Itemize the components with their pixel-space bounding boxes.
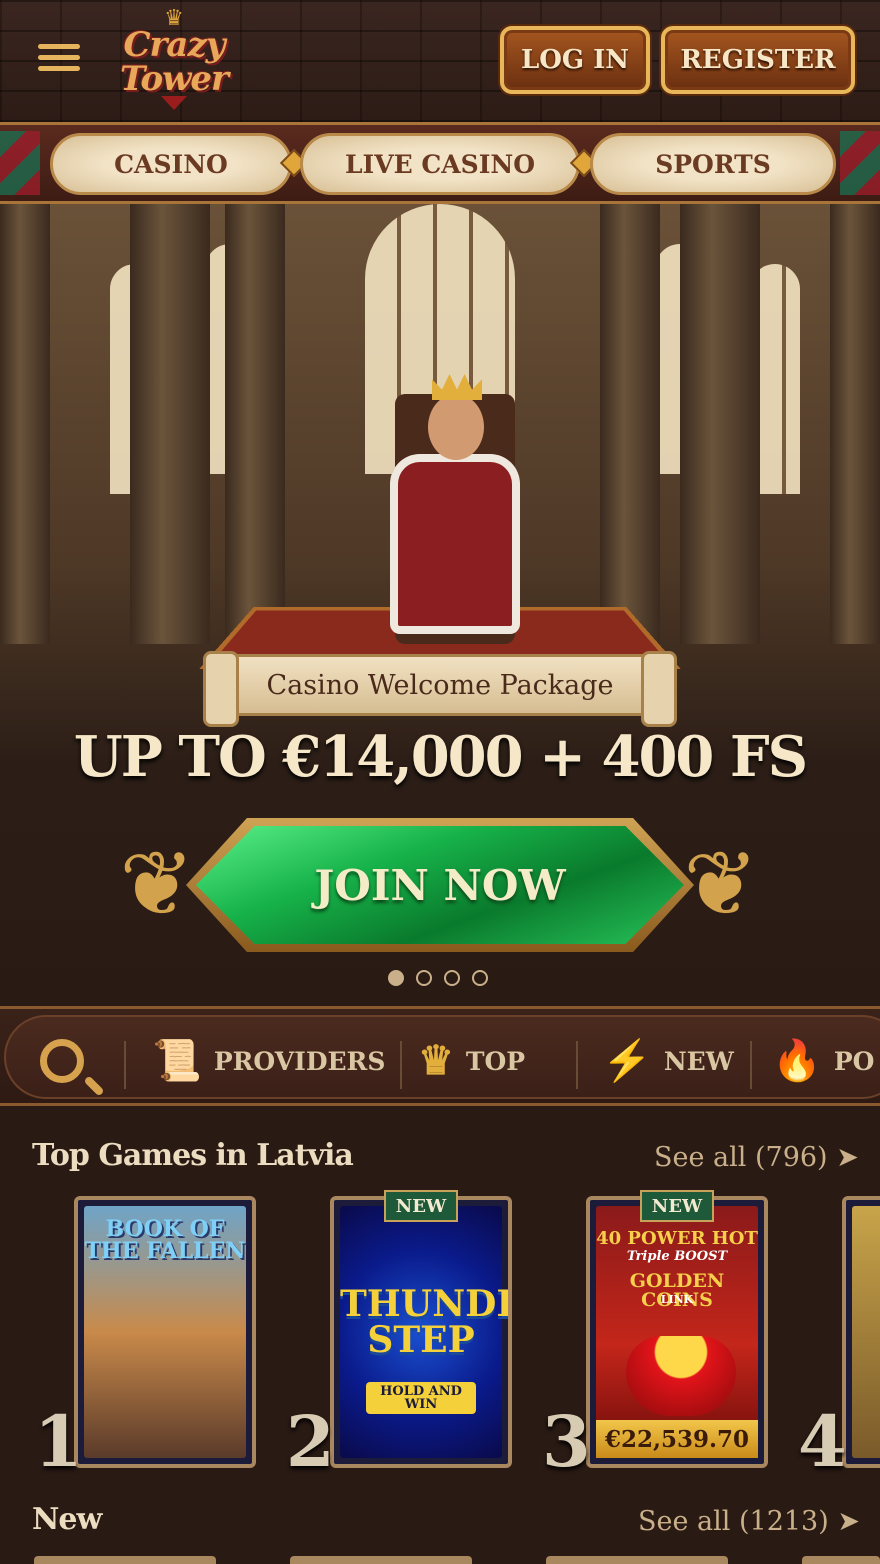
category-label: TOP	[465, 1046, 526, 1076]
tab-casino[interactable]: CASINO	[50, 133, 292, 195]
game-title: 40 POWER HOT	[596, 1228, 758, 1249]
game-card-edge[interactable]	[546, 1556, 728, 1564]
promo-headline: UP TO €14,000 + 400 FS	[73, 724, 808, 790]
see-all-label: See all (1213)	[638, 1506, 829, 1537]
stone-pillar	[830, 204, 880, 644]
join-now-button[interactable]: JOIN NOW	[186, 818, 694, 952]
stone-pillar	[225, 204, 285, 644]
section-title-top-games: Top Games in Latvia	[32, 1138, 354, 1173]
main-nav: CASINO LIVE CASINO SPORTS	[0, 122, 880, 204]
stone-pillar	[600, 204, 660, 644]
category-bar: 📜 PROVIDERS ♛ TOP ⚡ NEW 🔥 PO	[0, 1006, 880, 1106]
stained-glass-decor	[0, 131, 40, 195]
game-subtitle: LINK	[660, 1293, 694, 1306]
welcome-package-banner: Casino Welcome Package	[203, 651, 677, 727]
divider	[400, 1041, 402, 1089]
new-badge: NEW	[384, 1190, 458, 1222]
game-rank: 1	[34, 1400, 83, 1483]
tab-sports[interactable]: SPORTS	[590, 133, 836, 195]
category-top[interactable]: ♛ TOP	[418, 1033, 525, 1089]
category-popular[interactable]: 🔥 PO	[772, 1033, 874, 1089]
hero-banner[interactable]: Casino Welcome Package UP TO €14,000 + 4…	[0, 204, 880, 1004]
game-thumbnail	[852, 1206, 880, 1458]
stone-pillar	[130, 204, 210, 644]
stone-pillar	[0, 204, 50, 644]
game-thumbnail: BOOK OF THE FALLEN	[84, 1206, 246, 1458]
hamburger-menu-icon[interactable]	[38, 44, 80, 76]
category-providers[interactable]: 📜 PROVIDERS	[152, 1033, 385, 1089]
logo-text-line1: Crazy	[123, 25, 225, 65]
logo-text-line2: Tower	[120, 59, 229, 99]
game-card[interactable]: 40 POWER HOT Triple BOOST GOLDEN COINS L…	[586, 1196, 768, 1468]
game-title: BOOK OF THE FALLEN	[84, 1216, 246, 1264]
category-label: PROVIDERS	[213, 1046, 386, 1076]
jackpot-amount: €22,539.70	[596, 1420, 758, 1458]
divider	[576, 1041, 578, 1089]
pot-of-gold-image	[626, 1336, 736, 1416]
new-badge: NEW	[640, 1190, 714, 1222]
lightning-icon: ⚡	[602, 1037, 652, 1084]
search-icon[interactable]	[40, 1039, 84, 1083]
scroll-seal-icon: 📜	[152, 1037, 202, 1084]
see-all-top-games-link[interactable]: See all (796) ➤	[654, 1142, 859, 1173]
game-rank: 4	[798, 1400, 847, 1483]
site-logo[interactable]: ♛ Crazy Tower	[118, 8, 230, 110]
divider	[750, 1041, 752, 1089]
logo-shield-icon	[161, 96, 187, 110]
login-button[interactable]: LOG IN	[500, 26, 650, 94]
stained-glass-decor	[840, 131, 880, 195]
game-subtitle: Triple BOOST	[626, 1249, 728, 1264]
divider	[124, 1041, 126, 1089]
carousel-dot-1[interactable]	[388, 970, 404, 986]
king-character-image	[380, 374, 530, 654]
arrow-right-icon: ➤	[836, 1142, 859, 1173]
game-subtitle: HOLD AND WIN	[366, 1382, 476, 1414]
crown-icon: ♛	[418, 1037, 454, 1084]
carousel-dot-2[interactable]	[416, 970, 432, 986]
game-title: THUNDER STEP	[340, 1283, 508, 1361]
category-scroller[interactable]: 📜 PROVIDERS ♛ TOP ⚡ NEW 🔥 PO	[4, 1015, 880, 1099]
game-rank: 2	[286, 1400, 335, 1483]
see-all-new-link[interactable]: See all (1213) ➤	[638, 1506, 860, 1537]
game-card-edge[interactable]	[34, 1556, 216, 1564]
category-label: NEW	[663, 1046, 734, 1076]
carousel-dots	[388, 970, 488, 986]
stone-pillar	[680, 204, 760, 644]
game-thumbnail: THUNDER STEP HOLD AND WIN	[340, 1206, 508, 1458]
join-now-label: JOIN NOW	[196, 826, 684, 944]
category-label: PO	[833, 1046, 875, 1076]
category-new[interactable]: ⚡ NEW	[602, 1033, 734, 1089]
section-title-new: New	[32, 1502, 102, 1537]
tab-live-casino[interactable]: LIVE CASINO	[300, 133, 580, 195]
game-rank: 3	[542, 1400, 591, 1483]
fire-icon: 🔥	[772, 1037, 822, 1084]
register-button[interactable]: REGISTER	[661, 26, 855, 94]
game-card[interactable]: BOOK OF THE FALLEN	[74, 1196, 256, 1468]
game-card[interactable]: THUNDER STEP HOLD AND WIN	[330, 1196, 512, 1468]
game-card-edge[interactable]	[290, 1556, 472, 1564]
carousel-dot-4[interactable]	[472, 970, 488, 986]
carousel-dot-3[interactable]	[444, 970, 460, 986]
arrow-right-icon: ➤	[837, 1506, 860, 1537]
game-card[interactable]	[842, 1196, 880, 1468]
site-header: ♛ Crazy Tower LOG IN REGISTER	[0, 0, 880, 122]
game-card-edge[interactable]	[802, 1556, 880, 1564]
see-all-label: See all (796)	[654, 1142, 828, 1173]
